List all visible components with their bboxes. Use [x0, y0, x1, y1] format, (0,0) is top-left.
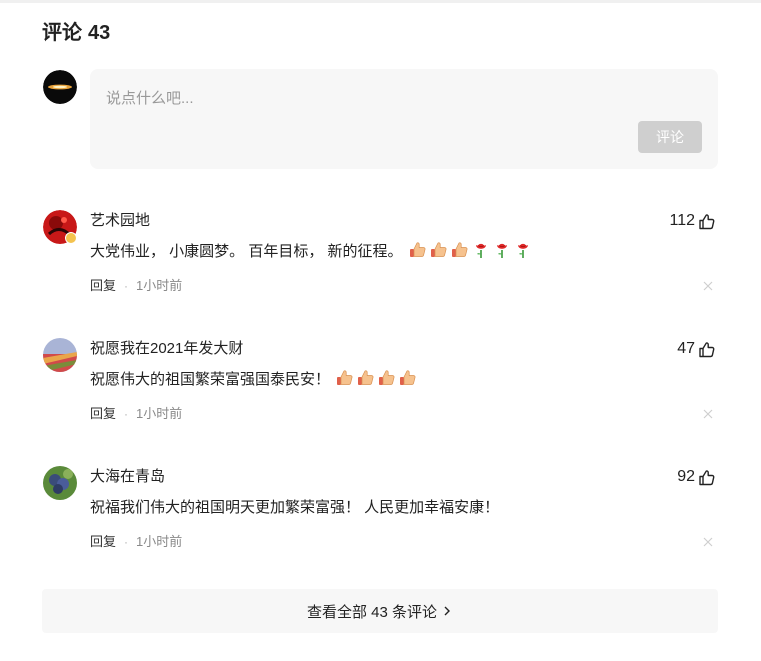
meta-separator: · [124, 279, 129, 293]
comment-time: 1小时前 [136, 278, 183, 293]
view-all-comments-button[interactable]: 查看全部 43 条评论 [42, 589, 718, 633]
reply-button[interactable]: 回复 [90, 276, 116, 296]
commenter-name[interactable]: 大海在青岛 [90, 467, 165, 487]
comment-meta: 回复 · 1小时前 [90, 404, 182, 424]
comment-text: 大党伟业， 小康圆梦。 百年目标， 新的征程。 [90, 241, 535, 263]
rose-emoji-icon [475, 243, 486, 258]
thumbs-up-emoji-icon [337, 370, 353, 385]
comment-input[interactable] [104, 85, 698, 119]
close-icon[interactable] [702, 280, 714, 292]
thumbs-up-emoji-icon [409, 242, 425, 257]
close-icon[interactable] [702, 536, 714, 548]
thumbs-up-emoji-icon [430, 242, 446, 257]
meta-separator: · [124, 535, 129, 549]
thumbs-up-emoji-icon [358, 370, 374, 385]
comment-meta: 回复 · 1小时前 [90, 532, 182, 552]
top-divider [0, 0, 761, 3]
comment-body: 祝福我们伟大的祖国明天更加繁荣富强！ 人民更加幸福安康！ [90, 499, 500, 516]
comment-composer: 评论 [90, 69, 718, 169]
thumbs-up-emoji-icon [451, 242, 467, 257]
rose-emoji-icon [496, 243, 507, 258]
close-icon[interactable] [702, 408, 714, 420]
view-all-label: 查看全部 43 条评论 [306, 603, 438, 621]
comments-count: 43 [88, 22, 111, 44]
emoji-row [409, 242, 535, 260]
comment-meta: 回复 · 1小时前 [90, 276, 182, 296]
like-button[interactable]: 47 [677, 339, 715, 359]
comments-header: 评论 43 [42, 20, 110, 46]
thumbs-up-icon [699, 213, 715, 229]
comments-title: 评论 [42, 22, 82, 44]
comment-text: 祝愿伟大的祖国繁荣富强国泰民安！ [90, 369, 420, 391]
like-count: 92 [677, 468, 695, 485]
comment-body: 祝愿伟大的祖国繁荣富强国泰民安！ [90, 371, 331, 388]
chevron-right-icon [444, 606, 451, 616]
verified-badge-icon [65, 232, 77, 244]
thumbs-up-icon [699, 469, 715, 485]
comment-item: 祝愿我在2021年发大财 47 祝愿伟大的祖国繁荣富强国泰民安！ 回复 · 1小… [0, 338, 761, 438]
emoji-row [336, 370, 420, 388]
thumbs-up-emoji-icon [379, 370, 395, 385]
thumbs-up-icon [699, 341, 715, 357]
commenter-name[interactable]: 艺术园地 [90, 211, 150, 231]
comment-time: 1小时前 [136, 406, 183, 421]
meta-separator: · [124, 407, 129, 421]
like-button[interactable]: 112 [669, 211, 715, 231]
like-count: 112 [669, 212, 695, 229]
commenter-name[interactable]: 祝愿我在2021年发大财 [90, 339, 243, 359]
comment-item: 艺术园地 112 大党伟业， 小康圆梦。 百年目标， 新的征程。 回复 · 1小… [0, 210, 761, 310]
submit-comment-button[interactable]: 评论 [638, 121, 702, 153]
comment-body: 大党伟业， 小康圆梦。 百年目标， 新的征程。 [90, 243, 403, 260]
commenter-avatar[interactable] [43, 466, 77, 500]
commenter-avatar[interactable] [43, 338, 77, 372]
comment-text: 祝福我们伟大的祖国明天更加繁荣富强！ 人民更加幸福安康！ [90, 497, 499, 519]
like-count: 47 [677, 340, 695, 357]
thumbs-up-emoji-icon [400, 370, 416, 385]
reply-button[interactable]: 回复 [90, 532, 116, 552]
reply-button[interactable]: 回复 [90, 404, 116, 424]
comment-time: 1小时前 [136, 534, 183, 549]
comment-item: 大海在青岛 92 祝福我们伟大的祖国明天更加繁荣富强！ 人民更加幸福安康！ 回复… [0, 466, 761, 566]
current-user-avatar[interactable] [43, 70, 77, 104]
like-button[interactable]: 92 [677, 467, 715, 487]
commenter-avatar[interactable] [43, 210, 77, 244]
rose-emoji-icon [517, 243, 528, 258]
